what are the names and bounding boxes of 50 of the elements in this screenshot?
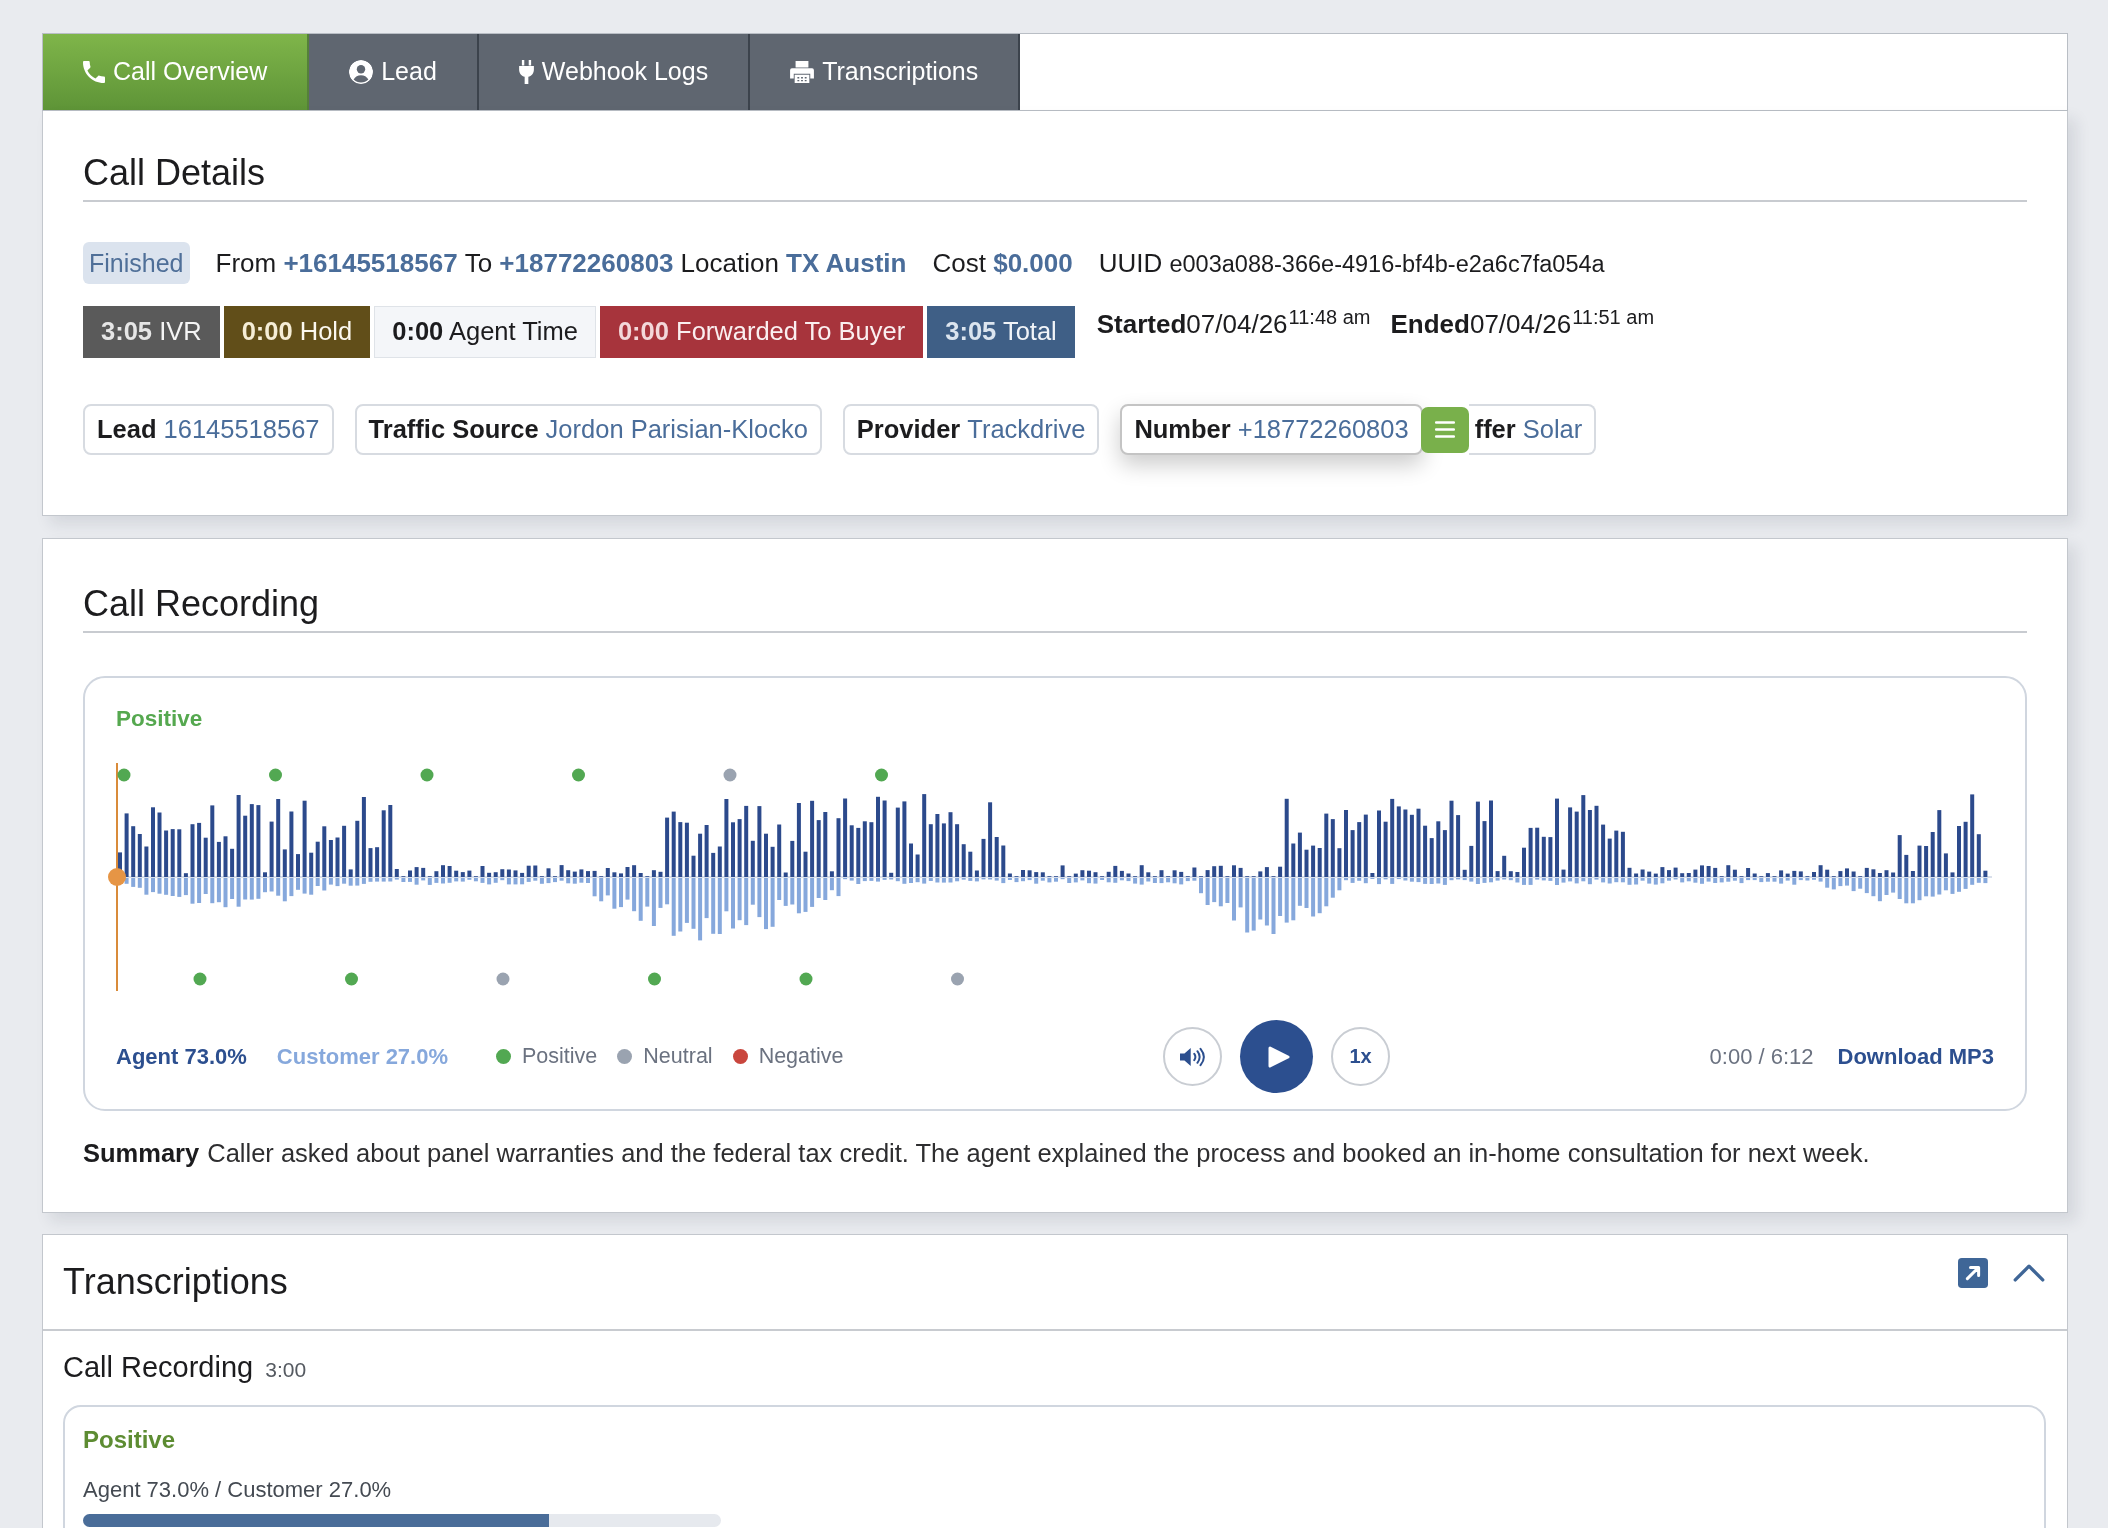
section-title: Call Details [83,151,2027,202]
detail-field: From +16145518567 [215,246,458,280]
phone-icon [83,61,105,83]
detail-field: To +18772260803 [464,246,674,280]
duration-segment: 0:00 Agent Time [374,306,596,358]
talk-split-label: Agent 73.0% / Customer 27.0% [83,1476,393,1502]
playhead-marker[interactable] [108,762,126,992]
tab[interactable]: Transcriptions [750,34,1021,110]
recording-duration: 3:00 [265,1356,307,1383]
legend-label: Negative [758,1043,844,1070]
sentiment-label: Positive [116,705,204,733]
info-tag: Provider Trackdrive [842,404,1100,455]
duration-segment: 0:00 Forwarded To Buyer [599,306,924,358]
detail-field: UUID e003a088-366e-4916-bf4b-e2a6c7fa054a [1098,246,1605,280]
user-circle-icon [349,60,374,84]
printer-icon [790,61,815,83]
summary-text: Summary Caller asked about panel warranties and the federal tax credit. The agent explained the process and booked an in-home consultation for next week. [83,1138,1871,1169]
download-link[interactable]: Download MP3 [1837,1042,1994,1071]
tab[interactable]: Call Overview [43,34,310,110]
detail-field: Location TX Austin [680,246,907,280]
info-tag: ffer Solar [1468,404,1597,455]
chevron-up-icon[interactable] [2013,1263,2045,1283]
detail-field: Cost $0.000 [932,246,1073,280]
agent-share-label: Agent 73.0% [116,1042,247,1071]
duration-segment: 3:05 IVR [83,306,220,358]
duration-segment: 0:00 Hold [223,306,371,358]
volume-icon [1180,1046,1205,1067]
legend-label: Neutral [643,1043,713,1070]
timestamp: Started07/04/26$^{11:48 am}$ [1096,308,1371,341]
recording-title: Call Recording [63,1349,254,1385]
menu-button[interactable] [1420,406,1469,453]
section-title: Call Recording [83,582,2027,633]
speed-button[interactable]: 1x [1331,1027,1390,1086]
duration-segment: 3:05 Total [927,306,1075,358]
plug-icon [518,60,534,84]
legend-label: Positive [522,1043,598,1070]
sentiment-label: Positive [83,1424,177,1455]
info-tag: Number +18772260803 [1120,404,1423,455]
customer-share-label: Customer 27.0% [276,1042,448,1071]
play-icon [1268,1045,1290,1068]
external-link-icon[interactable] [1958,1257,1988,1288]
playback-time: 0:00 / 6:12 [1709,1042,1814,1071]
status-badge: Finished [83,242,190,284]
info-tag: Lead 16145518567 [83,404,334,455]
timestamp: Ended07/04/26$^{11:51 am}$ [1390,308,1655,341]
menu-icon [1434,421,1455,438]
info-tag: Traffic Source Jordon Parisian-Klocko [354,404,822,455]
tab[interactable]: Webhook Logs [478,34,751,110]
tab[interactable]: Lead [309,34,479,110]
section-title: Transcriptions [63,1260,288,1304]
